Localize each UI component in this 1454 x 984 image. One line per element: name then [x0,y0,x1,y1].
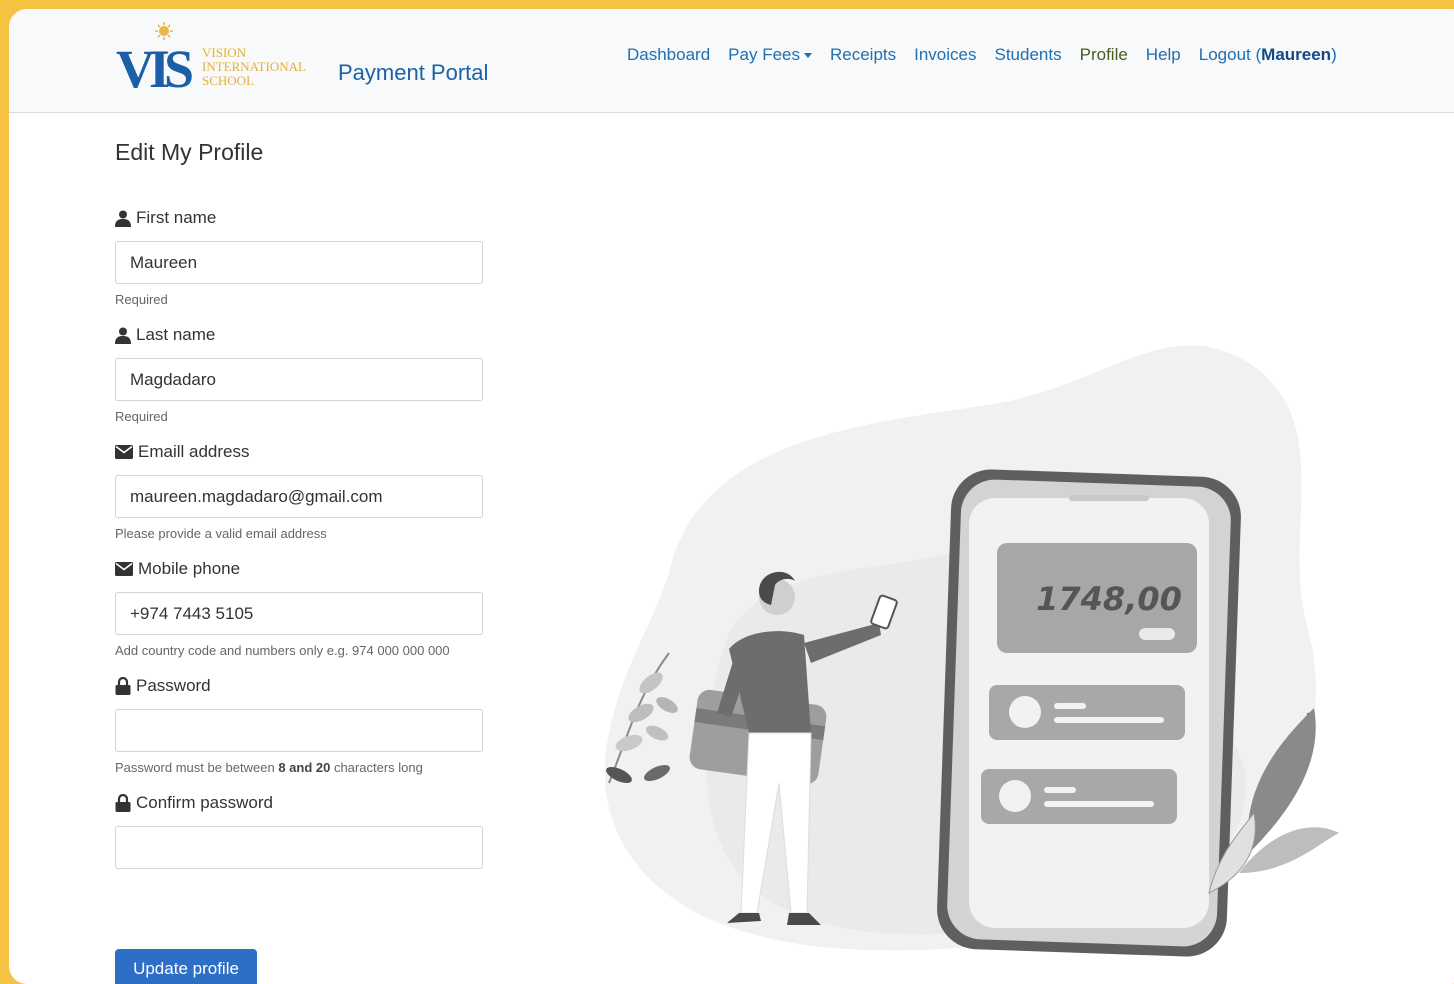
school-logo: VIS VISION INTERNATIONAL SCHOOL [116,22,306,93]
envelope-icon [115,445,133,459]
nav-students[interactable]: Students [995,45,1062,65]
first-name-help: Required [115,292,168,307]
password-group: Password Password must be between 8 and … [115,675,485,778]
caret-down-icon [803,52,812,58]
nav-invoices[interactable]: Invoices [914,45,976,65]
nav-help[interactable]: Help [1146,45,1181,65]
lock-icon [115,677,131,695]
update-profile-button[interactable]: Update profile [115,949,257,984]
mobile-group: Mobile phone Add country code and number… [115,558,485,661]
portal-title: Payment Portal [338,60,489,85]
confirm-password-label: Confirm password [115,792,485,814]
payment-illustration: 1748,00 [604,345,1339,957]
top-navbar: VIS VISION INTERNATIONAL SCHOOL Payment … [9,9,1454,113]
password-input[interactable] [115,709,483,752]
email-help: Please provide a valid email address [115,526,327,541]
last-name-input[interactable] [115,358,483,401]
page-title: Edit My Profile [115,139,264,165]
envelope-icon [115,562,133,576]
app-frame: VIS VISION INTERNATIONAL SCHOOL Payment … [9,9,1454,984]
last-name-label: Last name [115,324,485,346]
logged-in-user: Maureen [1261,45,1332,64]
svg-text:SCHOOL: SCHOOL [202,73,254,88]
phone-device: 1748,00 [937,469,1241,957]
mobile-help: Add country code and numbers only e.g. 9… [115,643,450,658]
profile-form: First name Required Last name Required [115,207,485,869]
first-name-group: First name Required [115,207,485,310]
svg-text:INTERNATIONAL: INTERNATIONAL [202,59,306,74]
phone-amount: 1748,00 [1036,580,1182,618]
email-group: Emaill address Please provide a valid em… [115,441,485,544]
first-name-input[interactable] [115,241,483,284]
mobile-input[interactable] [115,592,483,635]
confirm-password-input[interactable] [115,826,483,869]
main-content: Edit My Profile First name Required Last… [9,113,1454,984]
password-label: Password [115,675,485,697]
nav-receipts[interactable]: Receipts [830,45,896,65]
lock-icon [115,794,131,812]
last-name-group: Last name Required [115,324,485,427]
svg-text:VIS: VIS [116,39,192,93]
user-icon [115,327,131,344]
first-name-label: First name [115,207,485,229]
confirm-password-group: Confirm password [115,792,485,869]
email-input[interactable] [115,475,483,518]
nav-dashboard[interactable]: Dashboard [627,45,710,65]
nav-profile[interactable]: Profile [1080,45,1128,65]
svg-text:VISION: VISION [202,45,247,60]
email-label: Emaill address [115,441,485,463]
main-nav: Dashboard Pay Fees Receipts Invoices Stu… [627,45,1355,65]
mobile-label: Mobile phone [115,558,485,580]
password-help: Password must be between 8 and 20 charac… [115,760,423,775]
user-icon [115,210,131,227]
last-name-help: Required [115,409,168,424]
nav-pay-fees-dropdown[interactable]: Pay Fees [728,45,812,65]
nav-logout[interactable]: Logout (Maureen) [1199,45,1337,65]
